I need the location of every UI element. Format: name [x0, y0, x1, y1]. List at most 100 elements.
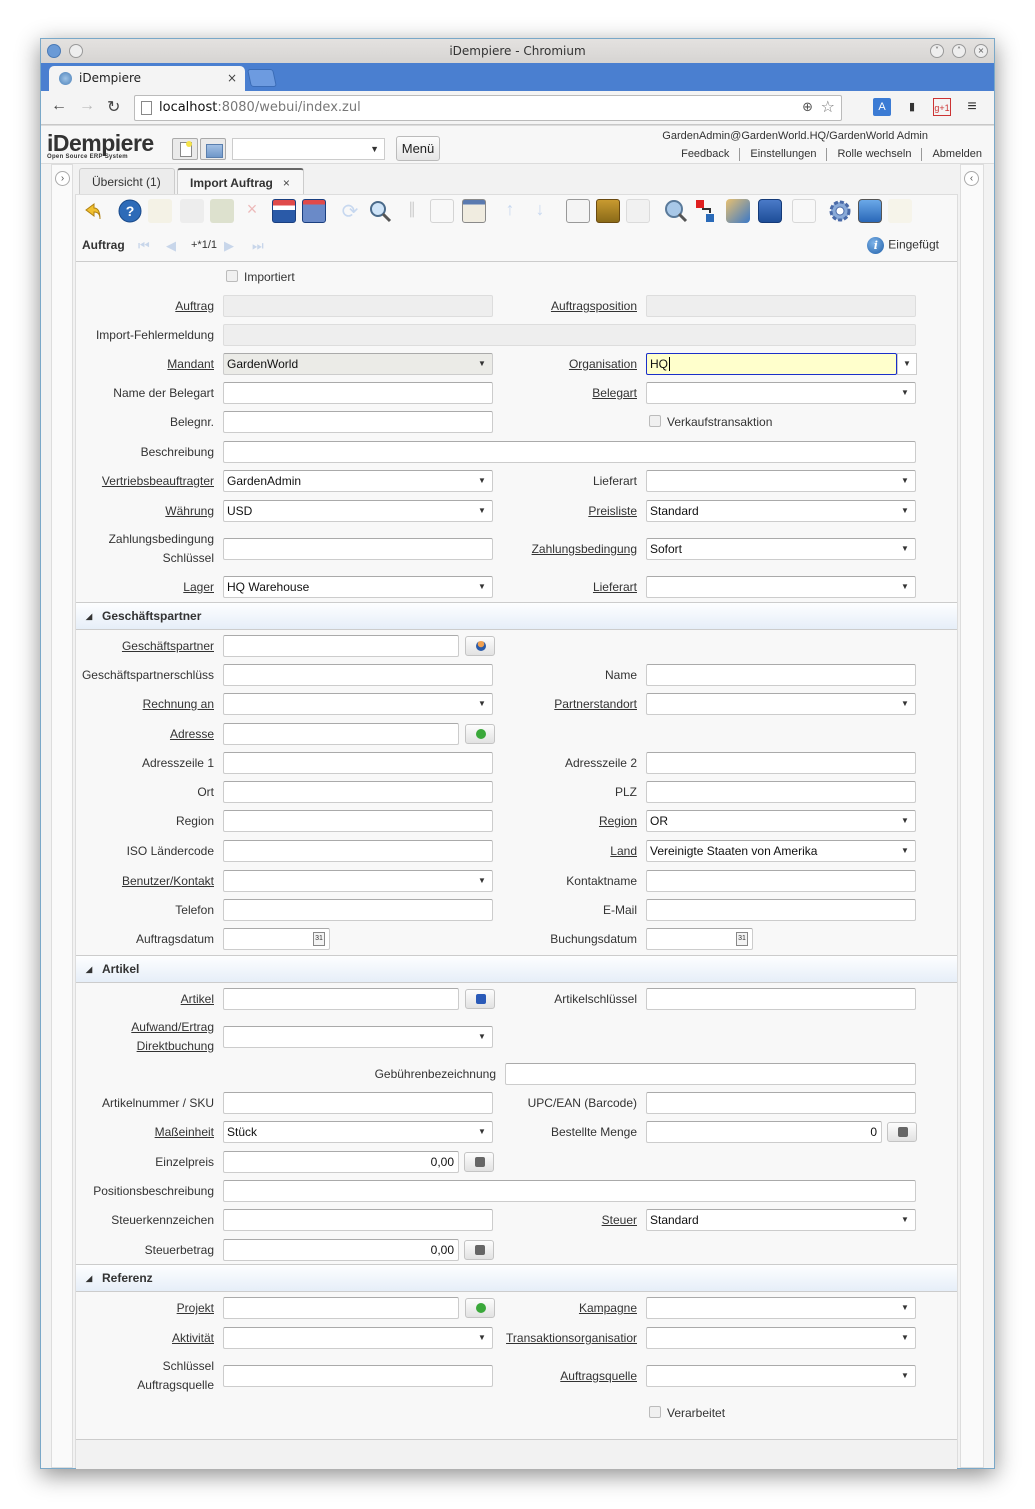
collapse-triangle-icon[interactable]: ◢: [86, 1266, 92, 1292]
chat-icon[interactable]: [430, 199, 454, 223]
menu-button[interactable]: Menü: [396, 136, 440, 161]
name-belegart-field[interactable]: [223, 382, 493, 404]
zoom-across-icon[interactable]: [664, 199, 688, 223]
buchungsdatum-field[interactable]: 31: [646, 928, 753, 950]
delete-selection-icon[interactable]: ×: [240, 199, 264, 223]
close-tab-icon[interactable]: ×: [283, 176, 290, 190]
importiert-checkbox[interactable]: Importiert: [226, 270, 295, 284]
chevron-down-icon[interactable]: ▼: [895, 841, 915, 861]
import-icon[interactable]: [888, 199, 912, 223]
vertriebsbeauftragter-field[interactable]: GardenAdmin ▼: [223, 470, 493, 492]
verarbeitet-checkbox[interactable]: Verarbeitet: [649, 1406, 725, 1420]
chevron-down-icon[interactable]: ▼: [895, 694, 915, 714]
close-tab-icon[interactable]: ×: [227, 66, 237, 91]
sku-field[interactable]: [223, 1092, 493, 1114]
undo-icon[interactable]: [80, 199, 104, 223]
chevron-down-icon[interactable]: ▼: [472, 471, 492, 491]
waehrung-label[interactable]: Währung: [76, 502, 214, 521]
chevron-down-icon[interactable]: ▼: [895, 1210, 915, 1230]
project-lookup-button[interactable]: [465, 1298, 495, 1318]
tab-overview[interactable]: Übersicht (1): [79, 168, 175, 194]
aktivitaet-field[interactable]: ▼: [223, 1327, 493, 1349]
expand-left-icon[interactable]: ›: [55, 171, 70, 186]
group-artikel[interactable]: ◢ Artikel: [76, 955, 957, 983]
product-lookup-button[interactable]: [465, 989, 495, 1009]
masseinheit-field[interactable]: Stück ▼: [223, 1121, 493, 1143]
chevron-down-icon[interactable]: ▼: [472, 577, 492, 597]
attachment-icon[interactable]: ∥: [400, 199, 424, 223]
save-create-icon[interactable]: [302, 199, 326, 223]
chevron-down-icon[interactable]: ▼: [895, 577, 915, 597]
device-extension-icon[interactable]: ▮: [903, 98, 921, 116]
land-field[interactable]: Vereinigte Staaten von Amerika ▼: [646, 840, 916, 862]
land-label[interactable]: Land: [496, 842, 637, 861]
artikelschluessel-field[interactable]: [646, 988, 916, 1010]
feedback-link[interactable]: Feedback: [671, 148, 739, 161]
einzelpreis-field[interactable]: 0,00: [223, 1151, 459, 1173]
next-record-icon[interactable]: ▶: [224, 238, 234, 254]
iso-field[interactable]: [223, 840, 493, 862]
kontakt-label[interactable]: Benutzer/Kontakt: [76, 872, 214, 891]
bookmark-star-icon[interactable]: ☆: [821, 95, 835, 119]
translate-extension-icon[interactable]: A: [873, 98, 891, 116]
export-icon[interactable]: [858, 199, 882, 223]
lager-label[interactable]: Lager: [76, 578, 214, 597]
geschaeftspartner-label[interactable]: Geschäftspartner: [76, 637, 214, 656]
adresszeile1-field[interactable]: [223, 752, 493, 774]
auftragsdatum-field[interactable]: 31: [223, 928, 330, 950]
chevron-down-icon[interactable]: ▼: [472, 354, 492, 374]
beschreibung-field[interactable]: [223, 441, 916, 463]
chevron-down-icon[interactable]: ▼: [472, 1122, 492, 1142]
artikel-field[interactable]: [223, 988, 459, 1010]
preisliste-label[interactable]: Preisliste: [496, 502, 637, 521]
chevron-down-icon[interactable]: ▼: [895, 811, 915, 831]
region-field[interactable]: OR ▼: [646, 810, 916, 832]
belegnr-field[interactable]: [223, 411, 493, 433]
projekt-label[interactable]: Projekt: [76, 1299, 214, 1318]
geschaeftspartner-field[interactable]: [223, 635, 459, 657]
google-plus-extension-icon[interactable]: g+1: [933, 98, 951, 116]
window-pin-icon[interactable]: [69, 44, 83, 58]
kampagne-field[interactable]: ▼: [646, 1297, 916, 1319]
archive-icon[interactable]: [596, 199, 620, 223]
previous-record-icon[interactable]: ◀: [166, 238, 176, 254]
report-icon[interactable]: [566, 199, 590, 223]
quelle-schluessel-field[interactable]: [223, 1365, 493, 1387]
collapse-triangle-icon[interactable]: ◢: [86, 604, 92, 630]
posbeschreibung-field[interactable]: [223, 1180, 916, 1202]
zoom-icon[interactable]: ⊕: [802, 96, 813, 120]
kontaktname-field[interactable]: [646, 870, 916, 892]
address-bar[interactable]: localhost:8080/webui/index.zul ⊕ ☆: [134, 95, 842, 121]
change-role-link[interactable]: Rolle wechseln: [826, 148, 921, 161]
group-geschaeftspartner[interactable]: ◢ Geschäftspartner: [76, 602, 957, 630]
delete-icon[interactable]: [210, 199, 234, 223]
chevron-down-icon[interactable]: ▼: [370, 139, 379, 159]
email-field[interactable]: [646, 899, 916, 921]
transorg-field[interactable]: ▼: [646, 1327, 916, 1349]
auftrag-label[interactable]: Auftrag: [76, 297, 214, 316]
preferences-link[interactable]: Einstellungen: [739, 148, 826, 161]
save-icon[interactable]: [272, 199, 296, 223]
steuer-field[interactable]: Standard ▼: [646, 1209, 916, 1231]
vertriebsbeauftragter-label[interactable]: Vertriebsbeauftragter: [76, 472, 214, 491]
zahlungsbedingung-label[interactable]: Zahlungsbedingung: [496, 540, 637, 559]
post-icon[interactable]: [792, 199, 816, 223]
adresse-label[interactable]: Adresse: [76, 725, 214, 744]
find-icon[interactable]: [368, 199, 392, 223]
parent-record-icon[interactable]: ↑: [498, 199, 522, 223]
plz-field[interactable]: [646, 781, 916, 803]
auftragsquelle-field[interactable]: ▼: [646, 1365, 916, 1387]
mandant-field[interactable]: GardenWorld ▼: [223, 353, 493, 375]
chevron-down-icon[interactable]: ▼: [895, 471, 915, 491]
masseinheit-label[interactable]: Maßeinheit: [76, 1123, 214, 1142]
chevron-down-icon[interactable]: ▼: [895, 501, 915, 521]
first-record-icon[interactable]: ⏮: [138, 238, 150, 254]
detail-record-icon[interactable]: ↓: [528, 199, 552, 223]
verarbeitet-checkbox-box[interactable]: [649, 1406, 661, 1418]
name-field[interactable]: [646, 664, 916, 686]
lieferart2-label[interactable]: Lieferart: [496, 578, 637, 597]
minimize-icon[interactable]: ˅: [930, 44, 944, 58]
steuerbetrag-field[interactable]: 0,00: [223, 1239, 459, 1261]
global-search-combobox[interactable]: ▼: [232, 138, 385, 160]
open-window-button[interactable]: [200, 138, 226, 160]
